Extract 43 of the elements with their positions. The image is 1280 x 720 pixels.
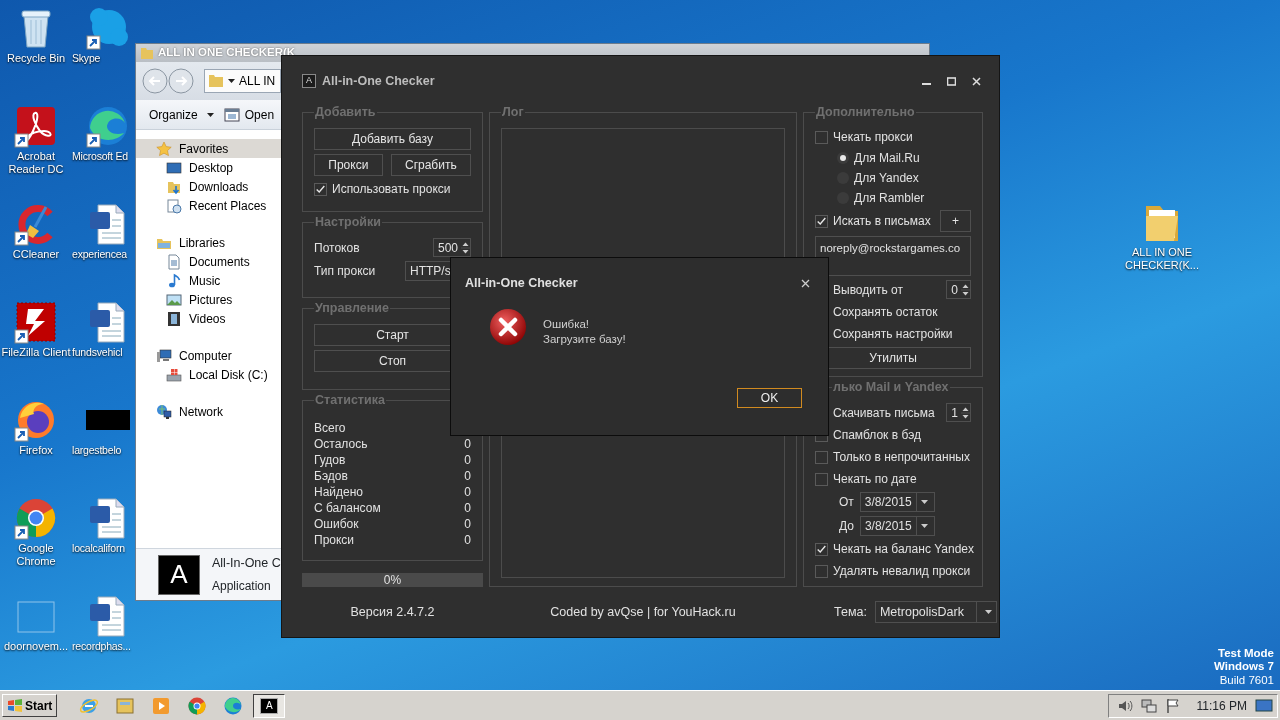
stat-value: 0 xyxy=(464,436,471,452)
message-text: Ошибка! xyxy=(543,317,591,332)
stat-value: 0 xyxy=(464,532,471,548)
stat-value: 0 xyxy=(464,516,471,532)
credit-text: Coded by avQse | for YouHack.ru xyxy=(550,604,736,619)
group-title: Настройки xyxy=(314,214,382,230)
stat-label: Ошибок xyxy=(314,516,359,532)
stat-value: 0 xyxy=(464,500,471,516)
stat-value: 0 xyxy=(464,452,471,468)
file-type: Application xyxy=(212,577,272,595)
field-label: Выводить от xyxy=(833,281,903,298)
stat-label: Гудов xyxy=(314,452,346,468)
stat-label: Бэдов xyxy=(314,468,348,484)
group-title: Дополнительно xyxy=(815,104,916,120)
stat-label: Осталось xyxy=(314,436,368,452)
os-notice-text: Build 7601 xyxy=(1218,674,1274,688)
stat-value: 0 xyxy=(464,468,471,484)
field-label: От xyxy=(839,494,854,510)
os-notice-text: Test Mode xyxy=(1217,646,1274,661)
window-title: All-in-One Checker xyxy=(322,72,435,90)
window-title: ALL IN ONE CHECKER(K xyxy=(158,45,296,61)
stat-label: Всего xyxy=(314,420,346,436)
option-label: Сохранять настройки xyxy=(833,326,953,342)
field-label: Потоков xyxy=(314,239,360,256)
group-title: Добавить xyxy=(314,104,377,120)
message-text: Загрузите базу! xyxy=(543,331,626,347)
os-notice-text: Windows 7 xyxy=(1214,660,1274,675)
stat-label: С балансом xyxy=(314,500,381,516)
option-label: Сохранять остаток xyxy=(833,304,938,320)
stat-label: Найдено xyxy=(314,484,364,500)
app-icon: A xyxy=(302,74,316,88)
app-icon: A xyxy=(158,554,200,595)
field-label: Тип прокси xyxy=(314,263,376,279)
progress-label: 0% xyxy=(383,572,402,589)
app-icon: A xyxy=(260,697,279,714)
theme-label: Тема: xyxy=(834,603,867,621)
stat-value: 0 xyxy=(464,484,471,500)
field-label: Скачивать письма xyxy=(833,404,935,421)
field-label: До xyxy=(839,518,854,534)
version-label: Версия 2.4.7.2 xyxy=(350,604,435,619)
file-name: All-In-One C xyxy=(212,555,281,573)
group-title: Управление xyxy=(314,300,390,316)
stat-label: Прокси xyxy=(314,532,355,548)
